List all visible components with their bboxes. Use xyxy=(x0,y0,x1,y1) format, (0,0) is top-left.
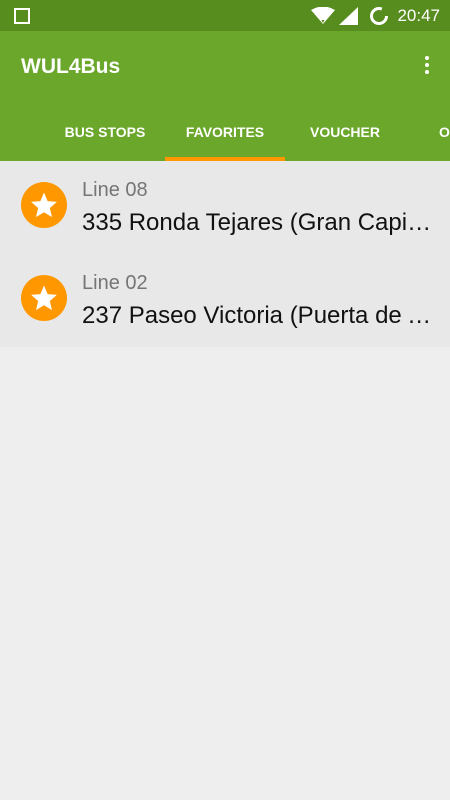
line-label: Line 08 xyxy=(82,179,148,201)
tab-voucher[interactable]: VOUCHER xyxy=(285,105,405,161)
favorite-item[interactable]: Line 08 335 Ronda Tejares (Gran Capitán) xyxy=(0,161,450,254)
status-icons: 20:47 xyxy=(311,0,440,31)
signal-icon xyxy=(339,6,359,25)
favorites-list: Line 08 335 Ronda Tejares (Gran Capitán)… xyxy=(0,161,450,347)
tab-favorites[interactable]: FAVORITES xyxy=(165,105,285,161)
app-bar: WUL4Bus BUS STOPS FAVORITES VOUCHER O xyxy=(0,31,450,161)
battery-loading-icon xyxy=(370,6,389,25)
tab-overflow-partial[interactable]: O xyxy=(405,105,450,161)
star-icon[interactable] xyxy=(21,275,67,321)
square-notification-icon xyxy=(14,8,30,24)
status-bar: 20:47 xyxy=(0,0,450,31)
status-time: 20:47 xyxy=(397,5,440,25)
stop-name: 237 Paseo Victoria (Puerta de Almodóvar) xyxy=(82,302,432,329)
tab-bus-stops[interactable]: BUS STOPS xyxy=(45,105,165,161)
tab-bar: BUS STOPS FAVORITES VOUCHER O xyxy=(0,105,450,161)
wifi-icon xyxy=(311,6,336,24)
favorite-item[interactable]: Line 02 237 Paseo Victoria (Puerta de Al… xyxy=(0,254,450,347)
line-label: Line 02 xyxy=(82,272,148,294)
star-icon[interactable] xyxy=(21,182,67,228)
stop-name: 335 Ronda Tejares (Gran Capitán) xyxy=(82,209,432,236)
overflow-menu-icon[interactable] xyxy=(420,53,434,81)
app-title: WUL4Bus xyxy=(21,55,121,78)
